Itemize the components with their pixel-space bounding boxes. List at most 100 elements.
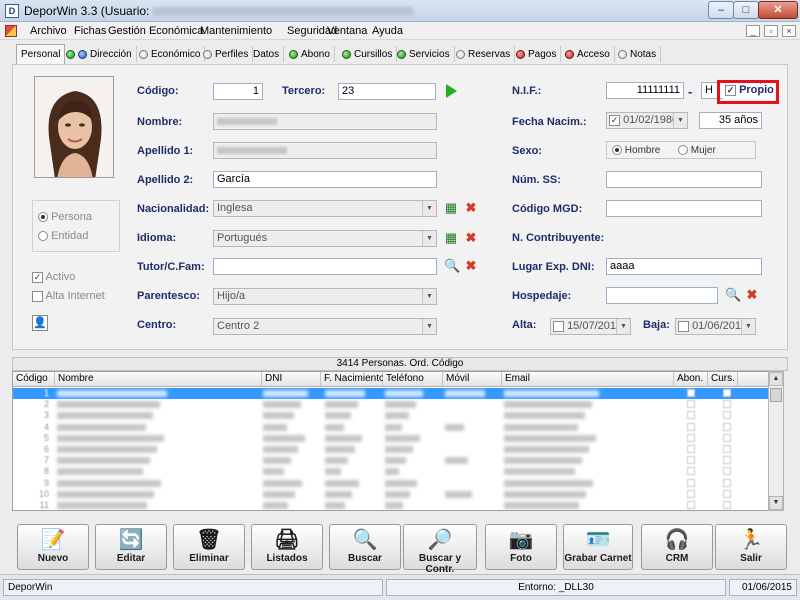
tab-economico[interactable]: Económico [135,46,206,62]
menu-ayuda[interactable]: Ayuda [372,25,403,37]
lugar-exp-dni-field[interactable]: aaaa [606,258,762,275]
sexo-hombre-radio[interactable]: Hombre [612,145,660,156]
entidad-radio[interactable]: Entidad [38,230,88,242]
menu-ventana[interactable]: Ventana [327,25,367,37]
col-header-curs[interactable]: Curs. [708,372,738,387]
table-row[interactable]: 8 [13,466,779,477]
buscar-y-contr-button[interactable]: 🔎 Buscar y Contr. [403,524,477,575]
hospedaje-field[interactable] [606,287,718,304]
tab-notas[interactable]: Notas [614,46,662,62]
grabar-carnet-button[interactable]: 🪪 Grabar Carnet [563,524,633,570]
col-header-codigo[interactable]: Código [13,372,55,387]
codigo-field[interactable]: 1 [213,83,263,100]
chevron-down-icon[interactable]: ▼ [422,289,436,304]
delete-x-icon[interactable]: ✖ [464,231,478,245]
buscar-button[interactable]: 🔍 Buscar [329,524,401,570]
menu-archivo[interactable]: Archivo [30,25,67,37]
minimize-button[interactable]: – [708,1,734,19]
table-row[interactable]: 5 [13,433,779,444]
table-row[interactable]: 4 [13,422,779,433]
mdi-close-button[interactable]: × [782,25,796,37]
nacionalidad-combo[interactable]: Inglesa ▼ [213,200,437,217]
col-header-movil[interactable]: Móvil [443,372,502,387]
foto-button[interactable]: 📷 Foto [485,524,557,570]
menu-gestion-economica[interactable]: Gestión Económica [108,25,203,37]
tab-personal[interactable]: Personal [16,44,66,64]
alta-date-picker[interactable]: 15/07/2011 ▼ [550,318,631,335]
menu-mantenimiento[interactable]: Mantenimiento [200,25,272,37]
fecha-nacim-picker[interactable]: ✓ 01/02/1980 ▼ [606,112,688,129]
crm-button[interactable]: 🎧 CRM [641,524,713,570]
delete-x-icon[interactable]: ✖ [745,288,759,302]
table-row[interactable]: 3 [13,410,779,421]
tercero-field[interactable]: 23 [338,83,436,100]
tab-direccion[interactable]: Dirección [62,46,137,62]
apellido2-field[interactable]: García [213,171,437,188]
persona-radio[interactable]: Persona [38,211,92,223]
tab-acceso[interactable]: Acceso [561,46,615,62]
maximize-button[interactable]: □ [733,1,759,19]
table-row[interactable]: 9 [13,478,779,489]
table-row[interactable]: 10 [13,489,779,500]
col-header-f-nacimiento[interactable]: F. Nacimiento [321,372,385,387]
tab-perfiles[interactable]: Perfiles [199,46,254,62]
mdi-minimize-button[interactable]: _ [746,25,760,37]
play-arrow-icon[interactable] [446,84,457,98]
grid-scrollbar[interactable]: ▲ ▼ [768,371,784,511]
add-grid-icon[interactable]: ▦ [444,231,458,245]
table-row[interactable]: 6 [13,444,779,455]
chevron-down-icon[interactable]: ▼ [422,231,436,246]
persons-grid[interactable]: Código Nombre DNI F. Nacimiento Teléfono… [12,371,780,511]
scroll-thumb[interactable] [770,388,782,402]
nombre-field[interactable] [213,113,437,130]
scroll-up-icon[interactable]: ▲ [769,372,783,386]
listados-button[interactable]: 🖨 Listados [251,524,323,570]
parentesco-combo[interactable]: Hijo/a ▼ [213,288,437,305]
person-photo[interactable] [34,76,114,178]
eliminar-button[interactable]: 🗑 Eliminar [173,524,245,570]
codigo-mgd-field[interactable] [606,200,762,217]
editar-button[interactable]: 🔄 Editar [95,524,167,570]
chevron-down-icon[interactable]: ▼ [422,201,436,216]
tab-abono[interactable]: Abono [285,46,335,62]
mdi-restore-button[interactable]: ▫ [764,25,778,37]
close-button[interactable]: ✕ [758,1,798,19]
tab-datos[interactable]: Datos [249,46,285,62]
alta-internet-checkbox[interactable]: Alta Internet [32,290,105,302]
nif-field[interactable]: 11111111 [606,82,684,99]
apellido1-field[interactable] [213,142,437,159]
menu-fichas[interactable]: Fichas [74,25,106,37]
table-row[interactable]: 7 [13,455,779,466]
table-row[interactable]: 11 [13,500,779,510]
num-ss-field[interactable] [606,171,762,188]
search-icon[interactable]: 🔍 [444,259,460,273]
add-grid-icon[interactable]: ▦ [444,201,458,215]
col-header-nombre[interactable]: Nombre [55,372,262,387]
table-row[interactable]: 2 [13,399,779,410]
tab-cursillos[interactable]: Cursillos [338,46,398,62]
scroll-down-icon[interactable]: ▼ [769,496,783,510]
chevron-down-icon[interactable]: ▼ [673,113,687,128]
tab-servicios[interactable]: Servicios [393,46,455,62]
chevron-down-icon[interactable]: ▼ [422,319,436,334]
document-icon[interactable] [5,25,17,37]
nuevo-button[interactable]: 📝 Nuevo [17,524,89,570]
col-header-email[interactable]: Email [502,372,674,387]
activo-checkbox[interactable]: ✓ Activo [32,271,75,283]
delete-x-icon[interactable]: ✖ [464,259,478,273]
salir-button[interactable]: 🏃 Salir [715,524,787,570]
search-icon[interactable]: 🔍 [725,288,741,302]
sexo-mujer-radio[interactable]: Mujer [678,145,716,156]
col-header-telefono[interactable]: Teléfono [383,372,443,387]
delete-x-icon[interactable]: ✖ [464,201,478,215]
centro-combo[interactable]: Centro 2 ▼ [213,318,437,335]
col-header-dni[interactable]: DNI [262,372,321,387]
tutor-field[interactable] [213,258,437,275]
user-icon[interactable]: 👤 [32,315,48,331]
col-header-abon[interactable]: Abon. [674,372,708,387]
tab-reservas[interactable]: Reservas [452,46,516,62]
baja-date-picker[interactable]: 01/06/2015 ▼ [675,318,756,335]
table-row[interactable]: 1 [13,388,779,399]
chevron-down-icon[interactable]: ▼ [616,319,630,334]
tab-pagos[interactable]: Pagos [512,46,562,62]
